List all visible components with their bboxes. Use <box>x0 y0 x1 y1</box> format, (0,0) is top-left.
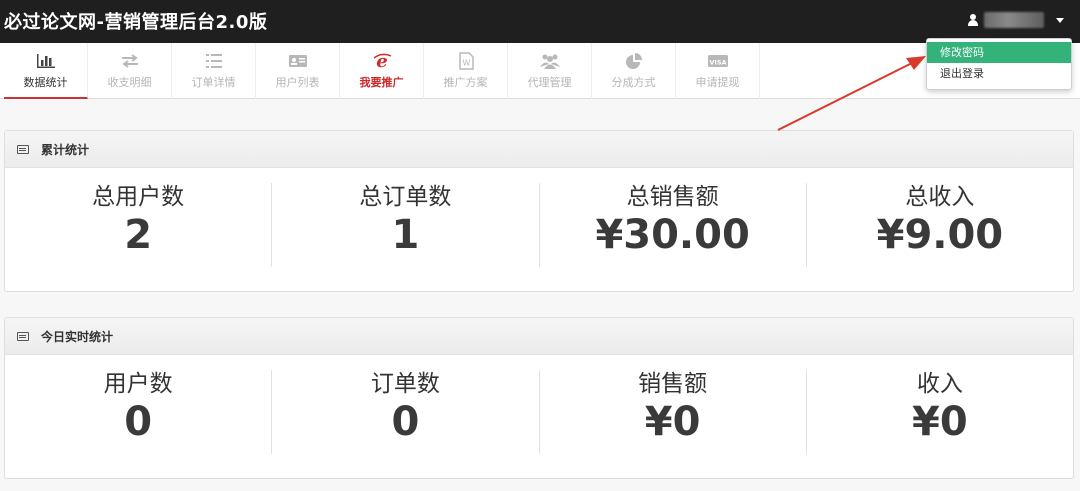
panel-list-icon <box>17 331 29 341</box>
stat-value: 1 <box>391 212 420 258</box>
svg-text:W: W <box>462 59 470 68</box>
stat-label: 用户数 <box>103 371 173 397</box>
main-nav: 数据统计 收支明细 订单详情 用户列表 e 我要推广 W 推广方案 代理管理 分… <box>0 43 1080 99</box>
ie-icon: e <box>371 51 393 72</box>
exchange-icon <box>119 52 141 70</box>
tab-promo-plans[interactable]: W 推广方案 <box>424 43 508 99</box>
stat-value: 0 <box>124 399 153 445</box>
stats-row: 用户数 0 订单数 0 销售额 ¥0 收入 ¥0 <box>5 370 1073 454</box>
caret-down-icon[interactable] <box>1056 17 1064 23</box>
panel-header: 今日实时统计 <box>5 318 1073 355</box>
app-title: 必过论文网-营销管理后台2.0版 <box>4 12 268 33</box>
stats-row: 总用户数 2 总订单数 1 总销售额 ¥30.00 总收入 ¥9.00 <box>5 183 1073 267</box>
tab-label: 用户列表 <box>275 76 320 89</box>
tab-label: 我要推广 <box>359 76 404 89</box>
panel-list-icon <box>17 144 29 154</box>
stat-label: 销售额 <box>638 371 708 397</box>
stat-value: ¥9.00 <box>876 212 1004 258</box>
tab-label: 订单详情 <box>191 76 236 89</box>
stat-total-sales: 总销售额 ¥30.00 <box>540 183 807 267</box>
list-icon <box>203 52 225 70</box>
tab-label: 代理管理 <box>527 76 572 89</box>
stat-label: 总销售额 <box>626 184 719 210</box>
tab-commission[interactable]: 分成方式 <box>592 43 676 99</box>
stat-label: 总订单数 <box>359 184 452 210</box>
tab-label: 推广方案 <box>443 76 488 89</box>
user-menu-toggle[interactable] <box>968 12 1064 28</box>
pie-chart-icon <box>623 52 645 70</box>
tab-user-list[interactable]: 用户列表 <box>256 43 340 99</box>
panel-header: 累计统计 <box>5 131 1073 168</box>
today-stats-panel: 今日实时统计 用户数 0 订单数 0 销售额 ¥0 收入 ¥0 <box>4 317 1074 479</box>
user-icon <box>968 14 978 26</box>
stat-orders: 订单数 0 <box>272 370 540 454</box>
menu-item-change-password[interactable]: 修改密码 <box>927 42 1071 63</box>
stat-sales: 销售额 ¥0 <box>540 370 807 454</box>
stat-income: 收入 ¥0 <box>807 370 1073 454</box>
menu-item-logout[interactable]: 退出登录 <box>927 63 1071 84</box>
stat-value: 0 <box>391 399 420 445</box>
tab-data-stats[interactable]: 数据统计 <box>4 43 88 99</box>
stat-total-income: 总收入 ¥9.00 <box>807 183 1073 267</box>
svg-text:VISA: VISA <box>709 59 726 67</box>
tab-label: 申请提现 <box>695 76 740 89</box>
cumulative-stats-panel: 累计统计 总用户数 2 总订单数 1 总销售额 ¥30.00 总收入 ¥9.00 <box>4 130 1074 292</box>
stat-value: 2 <box>124 212 153 258</box>
stat-label: 订单数 <box>370 371 440 397</box>
tab-label: 分成方式 <box>611 76 656 89</box>
panel-title: 今日实时统计 <box>41 329 114 344</box>
tab-promote[interactable]: e 我要推广 <box>340 43 424 99</box>
tab-order-details[interactable]: 订单详情 <box>172 43 256 99</box>
users-icon <box>539 52 561 70</box>
tab-label: 数据统计 <box>23 76 68 89</box>
word-doc-icon: W <box>455 52 477 70</box>
user-dropdown-menu: 修改密码 退出登录 <box>926 38 1072 90</box>
stat-label: 总收入 <box>905 184 975 210</box>
visa-card-icon: VISA <box>707 52 729 70</box>
id-card-icon <box>287 52 309 70</box>
tab-withdraw[interactable]: VISA 申请提现 <box>676 43 760 99</box>
stat-value: ¥0 <box>912 399 968 445</box>
panel-title: 累计统计 <box>41 142 90 157</box>
stat-value: ¥30.00 <box>595 212 750 258</box>
stat-value: ¥0 <box>644 399 701 445</box>
tab-agent-management[interactable]: 代理管理 <box>508 43 592 99</box>
stat-total-users: 总用户数 2 <box>5 183 273 267</box>
stat-total-orders: 总订单数 1 <box>272 183 540 267</box>
top-header: 必过论文网-营销管理后台2.0版 <box>0 0 1080 43</box>
stat-label: 收入 <box>916 371 963 397</box>
stat-label: 总用户数 <box>92 184 185 210</box>
user-name-redacted[interactable] <box>984 12 1044 28</box>
stat-users: 用户数 0 <box>5 370 273 454</box>
bar-chart-icon <box>35 52 57 70</box>
tab-label: 收支明细 <box>107 76 152 89</box>
tab-income-expense[interactable]: 收支明细 <box>88 43 172 99</box>
